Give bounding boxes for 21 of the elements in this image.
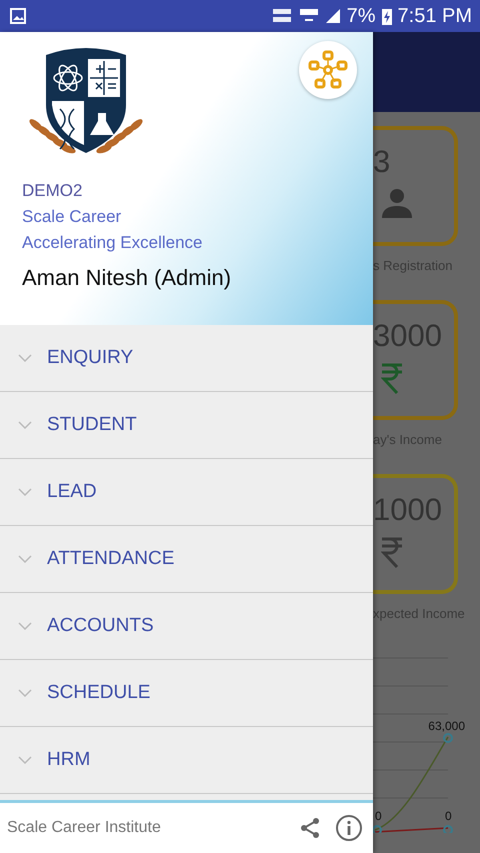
battery-percent: 7% <box>346 4 376 28</box>
info-button[interactable] <box>335 814 363 842</box>
battery-charging-icon <box>382 7 392 25</box>
rupee-icon <box>381 536 403 568</box>
image-icon <box>10 8 26 24</box>
data-label: 0 <box>375 809 382 823</box>
tagline: Accelerating Excellence <box>22 233 204 253</box>
branch-code: DEMO2 <box>22 181 84 201</box>
network-icon <box>307 49 349 91</box>
share-button[interactable] <box>299 817 321 839</box>
share-icon <box>299 817 321 839</box>
clock: 7:51 PM <box>398 4 472 28</box>
info-icon <box>335 814 363 842</box>
data-label: 63,000 <box>428 719 465 733</box>
signal-icon <box>324 8 341 24</box>
rupee-icon <box>381 362 403 394</box>
data-label: 0 <box>445 809 452 823</box>
institute-name: Scale Career <box>22 207 122 227</box>
footer-text: Scale Career Institute <box>7 819 162 837</box>
person-icon <box>381 188 413 218</box>
user-name: Aman Nitesh (Admin) <box>22 265 232 291</box>
